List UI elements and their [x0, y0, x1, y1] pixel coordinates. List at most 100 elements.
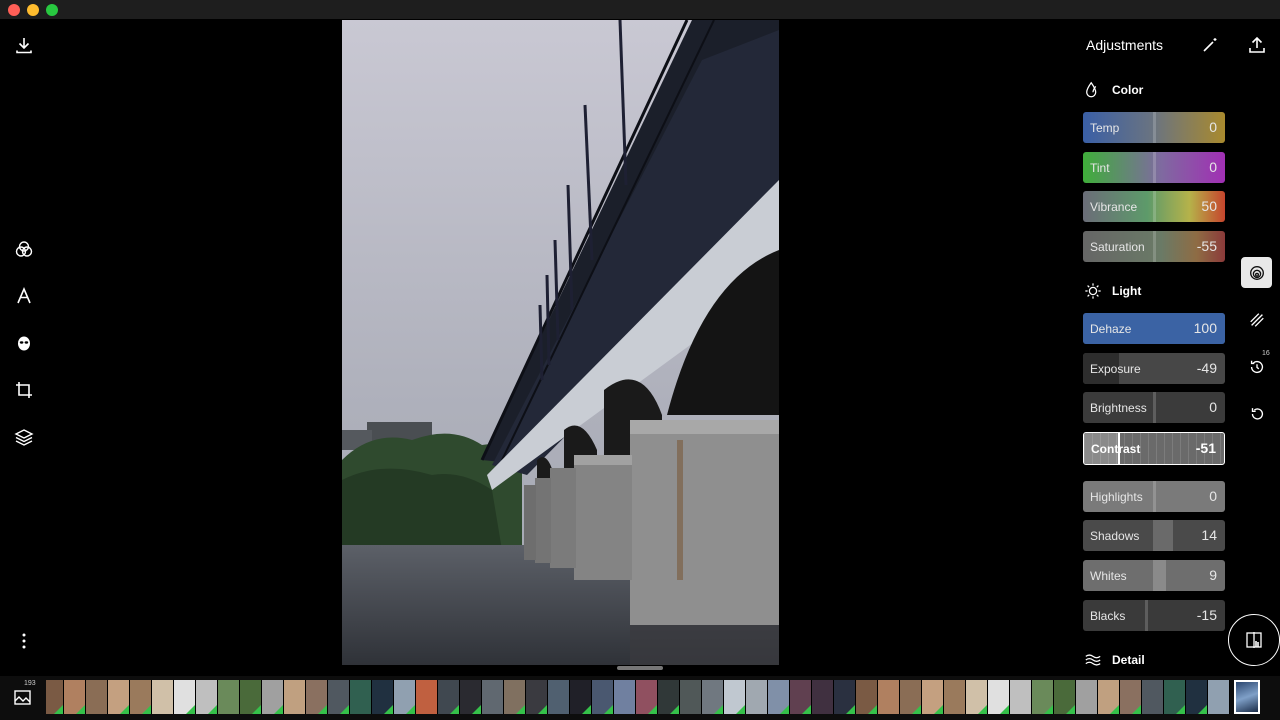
- filmstrip-thumbnail[interactable]: [548, 680, 570, 714]
- filmstrip-thumbnail[interactable]: [152, 680, 174, 714]
- magic-wand-icon[interactable]: [1196, 31, 1224, 59]
- share-export-icon[interactable]: [1243, 31, 1271, 59]
- filmstrip-thumbnail[interactable]: [350, 680, 372, 714]
- close-window-button[interactable]: [8, 4, 20, 16]
- filmstrip-thumbnail[interactable]: [1098, 680, 1120, 714]
- crop-icon[interactable]: [10, 376, 38, 404]
- filmstrip-thumbnail[interactable]: [922, 680, 944, 714]
- filmstrip-thumbnail[interactable]: [790, 680, 812, 714]
- filmstrip-thumbnail[interactable]: [416, 680, 438, 714]
- whites-slider[interactable]: Whites 9: [1083, 560, 1225, 591]
- tint-slider[interactable]: Tint 0: [1083, 152, 1225, 183]
- filmstrip-thumbnail[interactable]: [570, 680, 592, 714]
- droplet-icon: [1086, 81, 1097, 98]
- filmstrip-thumbnail[interactable]: [746, 680, 768, 714]
- vibrance-slider[interactable]: Vibrance 50: [1083, 191, 1225, 222]
- selected-thumbnail[interactable]: [1234, 680, 1260, 714]
- saturation-slider[interactable]: Saturation -55: [1083, 231, 1225, 262]
- filmstrip-thumbnail[interactable]: [592, 680, 614, 714]
- filmstrip-thumbnail[interactable]: [1142, 680, 1164, 714]
- filmstrip-thumbnail[interactable]: [130, 680, 152, 714]
- filmstrip-thumbnail[interactable]: [526, 680, 548, 714]
- filmstrip-thumbnail[interactable]: [614, 680, 636, 714]
- filmstrip-thumbnail[interactable]: [108, 680, 130, 714]
- text-icon[interactable]: [10, 282, 38, 310]
- filmstrip-thumbnail[interactable]: [504, 680, 526, 714]
- filmstrip-thumbnail[interactable]: [394, 680, 416, 714]
- contrast-slider[interactable]: Contrast -51: [1083, 432, 1225, 465]
- adjustments-circles-icon[interactable]: [10, 235, 38, 263]
- layers-icon[interactable]: [10, 423, 38, 451]
- filmstrip-thumbnail[interactable]: [856, 680, 878, 714]
- filmstrip-drag-handle[interactable]: [617, 666, 663, 670]
- compare-button[interactable]: [1228, 614, 1280, 666]
- filmstrip-thumbnail[interactable]: [900, 680, 922, 714]
- highlights-slider[interactable]: Highlights 0: [1083, 481, 1225, 512]
- filmstrip-thumbnail[interactable]: [174, 680, 196, 714]
- reset-button[interactable]: [1241, 398, 1272, 429]
- more-options-icon[interactable]: [10, 627, 38, 655]
- filmstrip-thumbnail[interactable]: [988, 680, 1010, 714]
- edited-flag: [186, 705, 195, 714]
- filmstrip-thumbnail[interactable]: [438, 680, 460, 714]
- temp-slider[interactable]: Temp 0: [1083, 112, 1225, 143]
- filmstrip-thumbnail[interactable]: [1010, 680, 1032, 714]
- edited-flag: [120, 705, 129, 714]
- filmstrip-thumbnail[interactable]: [1186, 680, 1208, 714]
- adjust-tool-button[interactable]: [1241, 257, 1272, 288]
- filmstrip-thumbnail[interactable]: [702, 680, 724, 714]
- filmstrip-thumbnail[interactable]: [1032, 680, 1054, 714]
- filmstrip-thumbnail[interactable]: [196, 680, 218, 714]
- bandaid-tool-button[interactable]: [1241, 304, 1272, 335]
- edited-flag: [384, 705, 393, 714]
- light-section-header[interactable]: Light: [1084, 282, 1141, 300]
- filmstrip-thumbnail[interactable]: [834, 680, 856, 714]
- brightness-slider[interactable]: Brightness 0: [1083, 392, 1225, 423]
- photo-library-icon[interactable]: [9, 683, 37, 711]
- filmstrip-thumbnail[interactable]: [1208, 680, 1230, 714]
- minimize-window-button[interactable]: [27, 4, 39, 16]
- exposure-slider[interactable]: Exposure -49: [1083, 353, 1225, 384]
- filmstrip-thumbnail[interactable]: [680, 680, 702, 714]
- edited-flag: [582, 705, 591, 714]
- edited-flag: [1198, 705, 1207, 714]
- filmstrip-thumbnail[interactable]: [482, 680, 504, 714]
- filmstrip-thumbnail[interactable]: [262, 680, 284, 714]
- filmstrip-thumbnail[interactable]: [64, 680, 86, 714]
- contrast-value: -51: [1195, 440, 1216, 456]
- filmstrip-thumbnail[interactable]: [1054, 680, 1076, 714]
- filmstrip-thumbnail[interactable]: [658, 680, 680, 714]
- edited-flag: [274, 705, 283, 714]
- blacks-slider[interactable]: Blacks -15: [1083, 600, 1225, 631]
- detail-section-header[interactable]: Detail: [1084, 651, 1145, 669]
- filmstrip-thumbnail[interactable]: [460, 680, 482, 714]
- retouch-face-icon[interactable]: [10, 329, 38, 357]
- edited-flag: [538, 705, 547, 714]
- filmstrip-thumbnail[interactable]: [812, 680, 834, 714]
- filmstrip-thumbnail[interactable]: [724, 680, 746, 714]
- photo-canvas[interactable]: [342, 20, 779, 665]
- shadows-slider[interactable]: Shadows 14: [1083, 520, 1225, 551]
- maximize-window-button[interactable]: [46, 4, 58, 16]
- filmstrip-thumbnail[interactable]: [240, 680, 262, 714]
- filmstrip-thumbnail[interactable]: [636, 680, 658, 714]
- filmstrip-thumbnail[interactable]: [372, 680, 394, 714]
- filmstrip-thumbnail[interactable]: [284, 680, 306, 714]
- filmstrip-thumbnail[interactable]: [306, 680, 328, 714]
- color-section-header[interactable]: Color: [1084, 81, 1143, 99]
- filmstrip-thumbnail[interactable]: [46, 680, 64, 714]
- vibrance-value: 50: [1201, 198, 1217, 214]
- filmstrip-thumbnail[interactable]: [1164, 680, 1186, 714]
- filmstrip-thumbnail[interactable]: [218, 680, 240, 714]
- filmstrip-thumbnail[interactable]: [86, 680, 108, 714]
- dehaze-slider[interactable]: Dehaze 100: [1083, 313, 1225, 344]
- filmstrip-thumbnail[interactable]: [768, 680, 790, 714]
- filmstrip-thumbnail[interactable]: [878, 680, 900, 714]
- filmstrip-thumbnail[interactable]: [966, 680, 988, 714]
- detail-section-label: Detail: [1112, 653, 1145, 667]
- download-icon[interactable]: [10, 31, 38, 59]
- filmstrip-thumbnail[interactable]: [1120, 680, 1142, 714]
- filmstrip-thumbnail[interactable]: [1076, 680, 1098, 714]
- filmstrip-thumbnail[interactable]: [944, 680, 966, 714]
- filmstrip-thumbnail[interactable]: [328, 680, 350, 714]
